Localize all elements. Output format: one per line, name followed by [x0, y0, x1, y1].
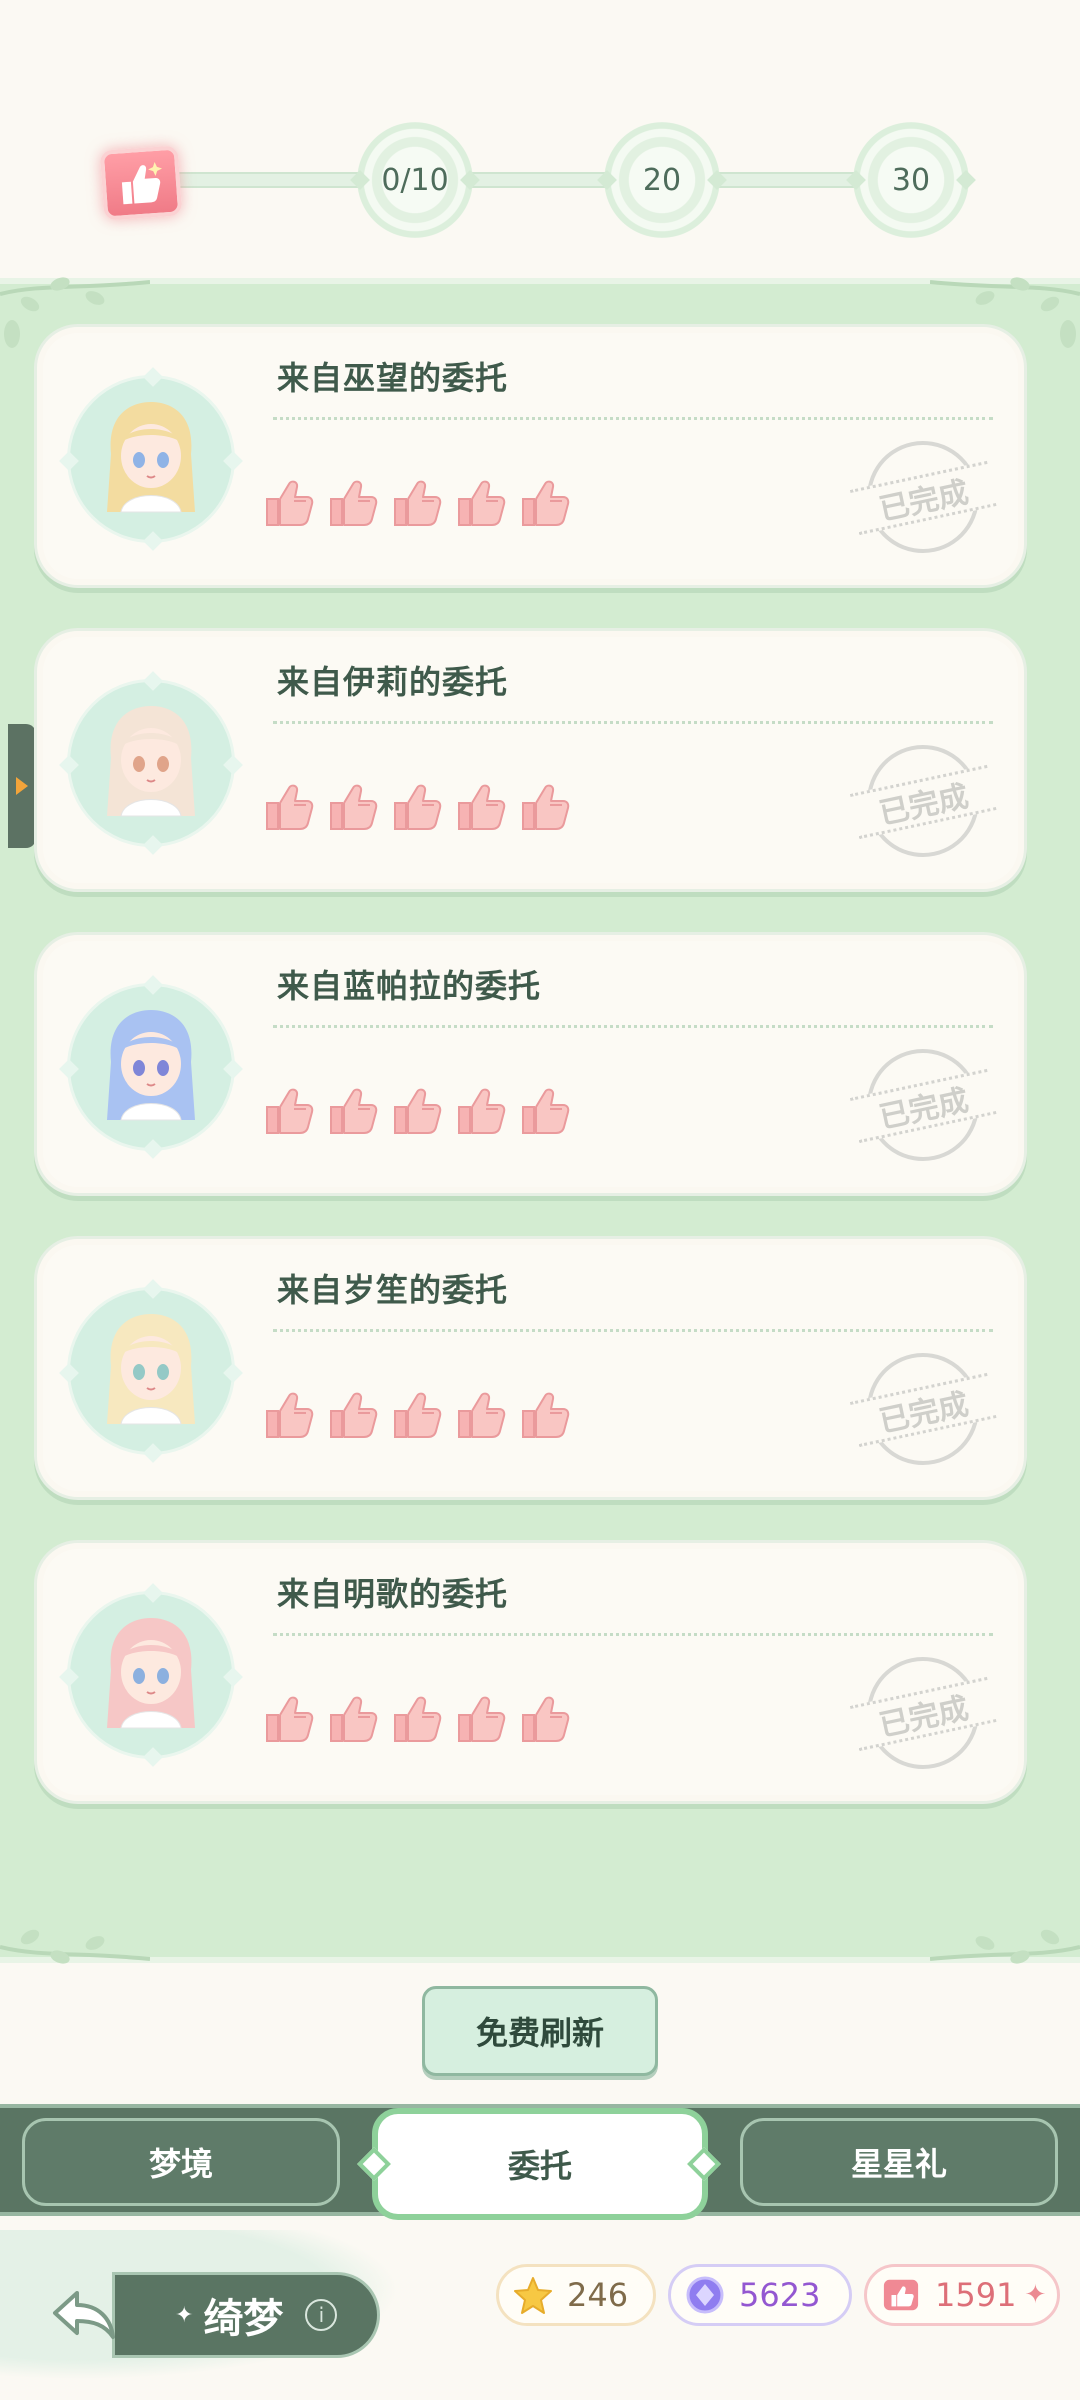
character-portrait-icon	[107, 1314, 195, 1425]
dotted-divider	[273, 1025, 993, 1028]
thumbs-up-icon	[389, 1387, 445, 1447]
commission-card[interactable]: 来自巫望的委托已完成	[34, 324, 1027, 588]
tab-bar: 梦境 委托 星星礼	[0, 2104, 1080, 2220]
milestone-3-label: 30	[891, 162, 931, 198]
thumbs-up-icon	[453, 1083, 509, 1143]
commission-title: 来自蓝帕拉的委托	[277, 967, 542, 1005]
completed-stamp: 已完成	[842, 1336, 1004, 1482]
commission-card[interactable]: 来自明歌的委托已完成	[34, 1540, 1027, 1804]
milestone-2-label: 20	[642, 162, 682, 198]
avatar	[59, 1591, 243, 1759]
thumbs-up-icon	[325, 779, 381, 839]
tab-commission[interactable]: 委托	[372, 2108, 708, 2220]
dotted-divider	[273, 1329, 993, 1332]
character-portrait-icon	[107, 1010, 195, 1121]
character-portrait-icon	[107, 1618, 195, 1729]
thumbs-up-icon	[389, 779, 445, 839]
thumbs-up-icon	[261, 1691, 317, 1751]
commission-panel: 来自巫望的委托 已完成 来自伊莉的委托 已完成 来自蓝帕拉的委托 已完成 来自岁笙的委托 已完…	[0, 277, 1080, 1964]
side-drawer-handle[interactable]	[8, 724, 36, 848]
rating-likes	[261, 1387, 573, 1447]
add-plus-icon[interactable]: ✦	[1024, 2280, 1046, 2310]
character-portrait-icon	[107, 402, 195, 513]
rating-likes	[261, 475, 573, 535]
thumbs-up-icon	[261, 1387, 317, 1447]
milestone-3[interactable]: 30	[853, 122, 969, 238]
commission-card[interactable]: 来自伊莉的委托已完成	[34, 628, 1027, 892]
thumbs-up-icon	[389, 1691, 445, 1751]
gem-coin-icon	[683, 2273, 727, 2317]
thumbs-up-icon	[453, 1691, 509, 1751]
bottom-bar: ✦ 绮梦 i 246 5623 1591 ✦	[0, 2220, 1080, 2400]
commission-title: 来自岁笙的委托	[277, 1271, 509, 1309]
avatar	[59, 375, 243, 543]
thumbs-up-icon	[325, 475, 381, 535]
dotted-divider	[273, 721, 993, 724]
star-icon	[511, 2273, 555, 2317]
thumbs-up-icon	[517, 1691, 573, 1751]
avatar	[59, 1287, 243, 1455]
back-arrow-icon	[53, 2291, 115, 2339]
tab-star-gift[interactable]: 星星礼	[740, 2118, 1058, 2206]
commission-title: 来自伊莉的委托	[277, 663, 509, 701]
commission-title: 来自明歌的委托	[277, 1575, 509, 1613]
back-arrow-button[interactable]	[44, 2280, 124, 2350]
thumbs-up-icon	[517, 475, 573, 535]
thumbs-up-card-icon[interactable]	[99, 145, 183, 221]
sparkle-icon: ✦	[175, 2302, 194, 2328]
star-count: 246	[567, 2276, 629, 2314]
completed-stamp: 已完成	[842, 1032, 1004, 1178]
like-count: 1591	[935, 2276, 1017, 2314]
thumbs-up-icon	[389, 475, 445, 535]
player-name-pill[interactable]: ✦ 绮梦 i	[112, 2272, 380, 2358]
character-portrait-icon	[107, 706, 195, 817]
thumbs-up-icon	[453, 1387, 509, 1447]
milestone-1[interactable]: 0/10	[357, 122, 473, 238]
rating-likes	[261, 1691, 573, 1751]
player-name: 绮梦	[203, 2296, 284, 2342]
gem-currency[interactable]: 5623	[668, 2264, 852, 2326]
avatar	[59, 679, 243, 847]
commission-card[interactable]: 来自岁笙的委托已完成	[34, 1236, 1027, 1500]
avatar	[59, 983, 243, 1151]
rating-likes	[261, 779, 573, 839]
thumbs-up-icon	[517, 1083, 573, 1143]
thumbs-up-card-icon	[879, 2273, 923, 2317]
completed-stamp: 已完成	[842, 1640, 1004, 1786]
rating-likes	[261, 1083, 573, 1143]
dotted-divider	[273, 1633, 993, 1636]
thumbs-up-icon	[453, 475, 509, 535]
vine-decoration-icon	[930, 1929, 1080, 1964]
gem-count: 5623	[739, 2276, 821, 2314]
thumbs-up-icon	[325, 1691, 381, 1751]
progress-track	[170, 172, 930, 188]
thumbs-up-icon	[517, 1387, 573, 1447]
completed-stamp: 已完成	[842, 424, 1004, 570]
milestone-1-label: 0/10	[381, 162, 449, 198]
star-currency[interactable]: 246	[496, 2264, 656, 2326]
dotted-divider	[273, 417, 993, 420]
thumbs-up-icon	[261, 779, 317, 839]
commission-title: 来自巫望的委托	[277, 359, 509, 397]
commission-card[interactable]: 来自蓝帕拉的委托已完成	[34, 932, 1027, 1196]
free-refresh-button[interactable]: 免费刷新	[422, 1986, 658, 2076]
thumbs-up-icon	[517, 779, 573, 839]
completed-stamp: 已完成	[842, 728, 1004, 874]
vine-decoration-icon	[0, 1929, 150, 1964]
thumbs-up-icon	[325, 1387, 381, 1447]
thumbs-up-icon	[261, 475, 317, 535]
info-icon[interactable]: i	[305, 2299, 338, 2331]
milestone-2[interactable]: 20	[604, 122, 720, 238]
thumbs-up-icon	[389, 1083, 445, 1143]
tab-dreamland[interactable]: 梦境	[22, 2118, 340, 2206]
thumbs-up-icon	[325, 1083, 381, 1143]
like-currency[interactable]: 1591 ✦	[864, 2264, 1060, 2326]
thumbs-up-icon	[453, 779, 509, 839]
thumbs-up-icon	[261, 1083, 317, 1143]
